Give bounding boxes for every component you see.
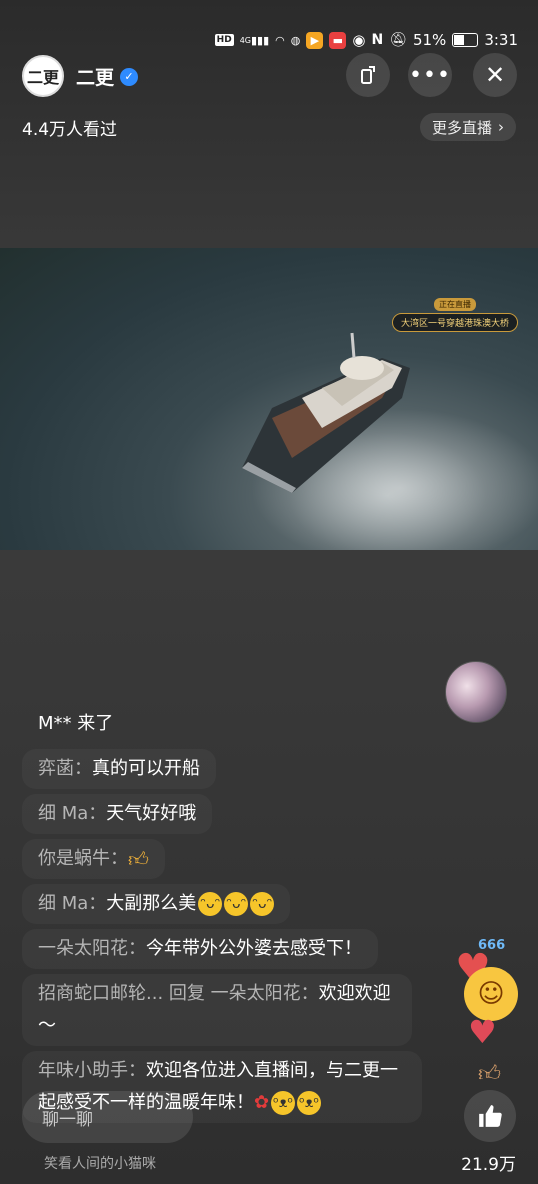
badge-top-label: 正在直播 — [433, 298, 476, 311]
chat-placeholder: 聊一聊 — [42, 1109, 93, 1130]
app-notification-icon: ▶ — [306, 31, 324, 49]
tongue-face-icon: ᵒᴥᵒ — [271, 1091, 296, 1115]
battery-fill — [454, 35, 465, 45]
comment-user: 细 Ma： — [38, 893, 107, 914]
comment-user: 年味小助手： — [38, 1060, 146, 1081]
nfc-icon: N — [371, 32, 384, 48]
comment-text: 真的可以开船 — [92, 758, 200, 779]
more-live-label: 更多直播 — [431, 118, 492, 137]
clock: 3:31 — [484, 31, 518, 49]
viewer-count: 4.4万人看过 — [22, 120, 118, 140]
comment-user: 一朵太阳花： — [38, 938, 146, 959]
join-text: M** 来了 — [38, 713, 114, 734]
viewer-avatar[interactable] — [445, 661, 507, 723]
live-topic-badge: 正在直播 大湾区一号穿越港珠澳大桥 — [391, 298, 518, 332]
close-button[interactable]: ✕ — [473, 53, 517, 97]
comment-user: 细 Ma： — [38, 803, 107, 824]
floating-heart-icon-2: ♥ — [468, 1013, 497, 1051]
grin-icon: ᵔᴗᵔ — [250, 892, 275, 916]
comment-user: 招商蛇口邮轮... 回复 一朵太阳花： — [38, 983, 319, 1004]
verified-icon: ✓ — [120, 67, 139, 86]
gift-ticker: 笑看人间的小猫咪 — [44, 1156, 156, 1172]
wifi-icon: ◠ — [275, 33, 285, 47]
rose-icon: ✿ — [254, 1092, 270, 1113]
comment-user: 你是蜗牛： — [38, 848, 128, 869]
close-icon: ✕ — [484, 61, 506, 89]
more-options-button[interactable]: ••• — [408, 53, 452, 97]
network-label: 4G — [239, 35, 251, 45]
mute-icon: 🔕︎ — [389, 32, 407, 48]
thumbs-up-icon — [479, 1105, 502, 1127]
status-bar: HD 4G ▮▮▮ ◠ ◍ ▶ ▬ ◉ N 🔕︎ 51% 3:31 — [214, 30, 518, 50]
eye-icon: ◉ — [352, 31, 366, 49]
live-video[interactable]: 正在直播 大湾区一号穿越港珠澳大桥 — [0, 248, 538, 550]
floating-thumb-icon: 👍︎ — [478, 1062, 501, 1087]
more-live-button[interactable]: 更多直播 › — [419, 113, 516, 141]
comment-text: 天气好好哦 — [106, 803, 197, 824]
grin-icon: ᵔᴗᵔ — [198, 892, 223, 916]
comment-row[interactable]: 一朵太阳花：今年带外公外婆去感受下！ — [22, 929, 378, 969]
comment-list: M** 来了 弈菡：真的可以开船 细 Ma：天气好好哦 你是蜗牛：👍︎ 细 Ma… — [22, 704, 422, 1128]
more-icon: ••• — [409, 62, 451, 88]
comment-text: 今年带外公外婆去感受下！ — [146, 938, 362, 959]
channel-name: 二更 — [76, 67, 115, 89]
comment-row[interactable]: 弈菡：真的可以开船 — [22, 749, 216, 789]
like-button[interactable] — [464, 1090, 516, 1142]
thumbs-up-icon: 👍︎ — [128, 847, 149, 871]
battery-percent: 51% — [412, 31, 447, 49]
rotate-screen-button[interactable] — [346, 53, 390, 97]
chat-input[interactable]: 聊一聊 — [22, 1091, 193, 1143]
battery-icon — [452, 33, 479, 47]
channel-title[interactable]: 二更 ✓ — [76, 63, 139, 90]
comment-user: 弈菡： — [38, 758, 92, 779]
app-notification-icon-2: ▬ — [329, 31, 347, 49]
signal-icon: 4G ▮▮▮ — [239, 33, 270, 47]
comment-text: 大副那么美 — [106, 893, 197, 914]
rotate-icon — [361, 66, 375, 84]
chevron-right-icon: › — [498, 118, 504, 136]
join-notice: M** 来了 — [22, 704, 129, 744]
yacht-image — [242, 332, 410, 493]
comment-row[interactable]: 你是蜗牛：👍︎ — [22, 839, 165, 879]
comment-row[interactable]: 细 Ma：大副那么美 ᵔᴗᵔ ᵔᴗᵔ ᵔᴗᵔ — [22, 884, 291, 924]
vpn-icon: ◍ — [290, 33, 301, 47]
badge-main-label: 大湾区一号穿越港珠澳大桥 — [391, 313, 518, 332]
tongue-face-icon: ᵒᴥᵒ — [297, 1091, 322, 1115]
hd-icon: HD — [214, 34, 234, 46]
channel-avatar[interactable]: 二更 — [22, 55, 64, 97]
like-count: 21.9万 — [461, 1155, 516, 1175]
grin-icon: ᵔᴗᵔ — [224, 892, 249, 916]
comment-row[interactable]: 细 Ma：天气好好哦 — [22, 794, 213, 834]
comment-row[interactable]: 招商蛇口邮轮... 回复 一朵太阳花：欢迎欢迎～ — [22, 974, 412, 1046]
